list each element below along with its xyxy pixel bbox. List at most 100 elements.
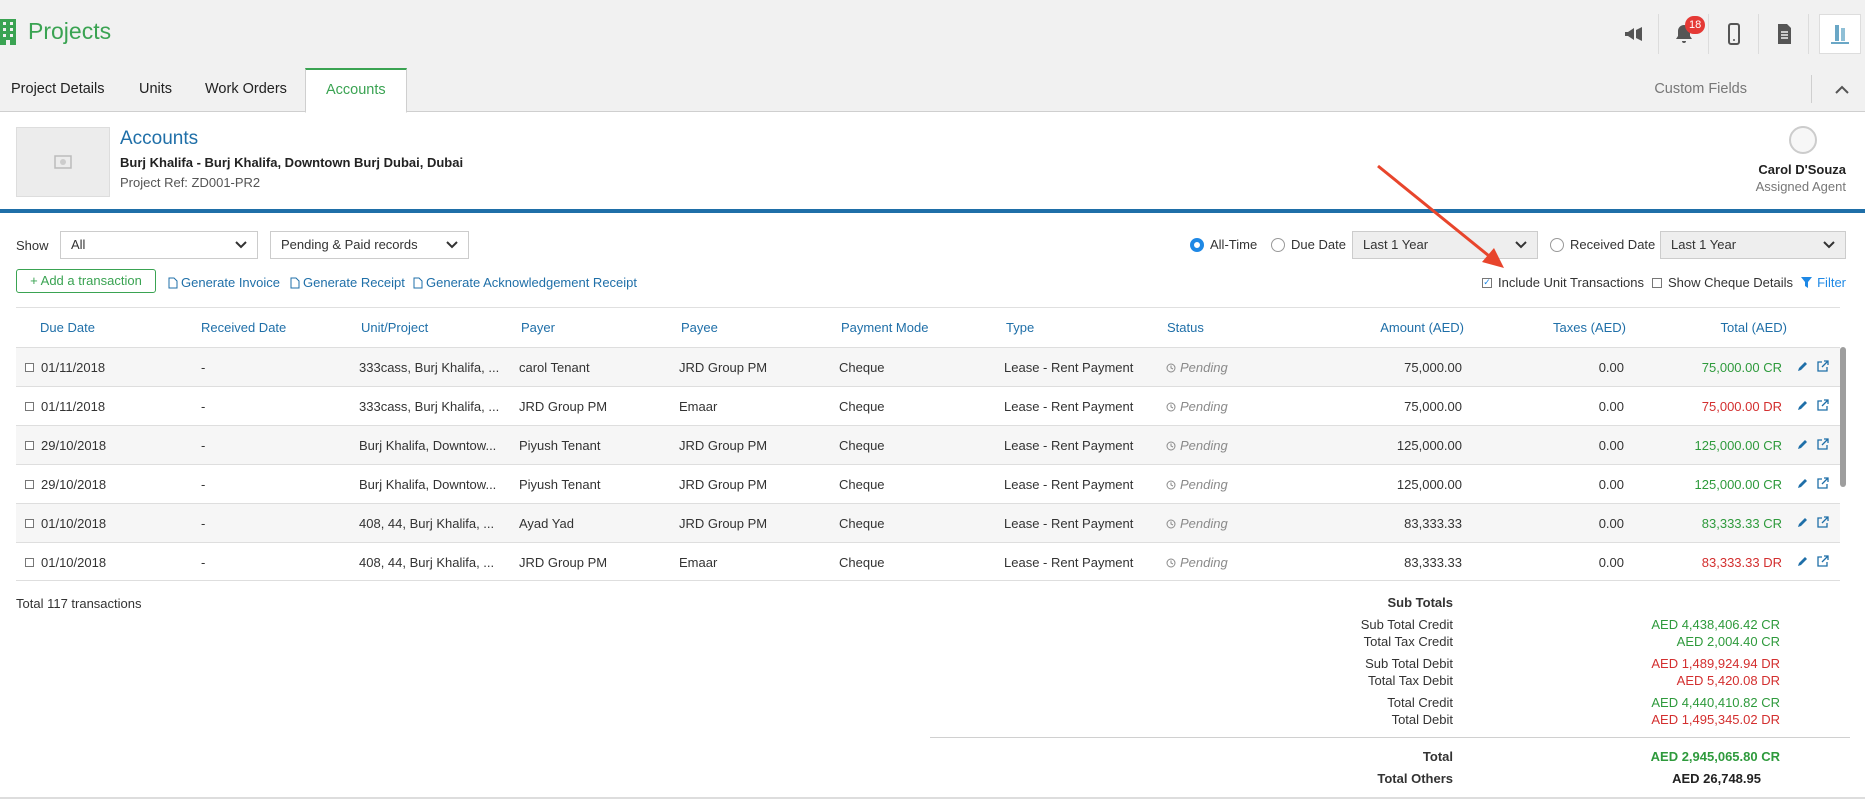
- column-header-payment-mode[interactable]: Payment Mode: [841, 320, 928, 335]
- tab-work-orders[interactable]: Work Orders: [205, 67, 287, 112]
- cell-payee: JRD Group PM: [679, 477, 768, 492]
- company-logo-icon: [1831, 25, 1849, 44]
- total-debit-label: Total Debit: [1391, 712, 1453, 727]
- row-checkbox[interactable]: [25, 519, 34, 528]
- column-header-payee[interactable]: Payee: [681, 320, 718, 335]
- add-transaction-button[interactable]: + Add a transaction: [16, 269, 156, 293]
- edit-pencil-icon[interactable]: [1797, 438, 1809, 450]
- app-title[interactable]: Projects: [0, 18, 111, 45]
- column-header-status[interactable]: Status: [1167, 320, 1204, 335]
- cell-due-date: 29/10/2018: [41, 438, 107, 453]
- cell-amount: 83,333.33: [1404, 516, 1462, 531]
- avatar[interactable]: [1789, 126, 1817, 154]
- radio-all-time[interactable]: All-Time: [1190, 237, 1257, 252]
- column-header-unit-project[interactable]: Unit/Project: [361, 320, 428, 335]
- records-select[interactable]: Pending & Paid records: [270, 231, 469, 259]
- row-actions: [1797, 516, 1829, 528]
- cell-payer: JRD Group PM: [519, 399, 608, 414]
- external-link-icon[interactable]: [1817, 360, 1829, 372]
- generate-invoice-link[interactable]: Generate Invoice: [168, 275, 280, 290]
- generate-receipt-link[interactable]: Generate Receipt: [290, 275, 405, 290]
- show-label: Show: [16, 238, 49, 253]
- cell-status: Pending: [1166, 399, 1228, 414]
- column-header-received-date[interactable]: Received Date: [201, 320, 286, 335]
- page-bottom-border: [0, 797, 1865, 799]
- records-select-value: Pending & Paid records: [281, 237, 418, 252]
- company-logo[interactable]: [1819, 14, 1861, 54]
- column-header-payer[interactable]: Payer: [521, 320, 555, 335]
- table-row[interactable]: 29/10/2018 - Burj Khalifa, Downtow... Pi…: [16, 425, 1840, 464]
- radio-received-date-label: Received Date: [1570, 237, 1656, 252]
- document-icon: [1777, 24, 1791, 44]
- row-checkbox[interactable]: [25, 363, 34, 372]
- cell-payer: carol Tenant: [519, 360, 590, 375]
- status-badge: Pending: [1180, 360, 1228, 375]
- filter-button[interactable]: Filter: [1801, 275, 1846, 290]
- show-select-value: All: [71, 237, 86, 252]
- column-header-type[interactable]: Type: [1006, 320, 1034, 335]
- tab-accounts[interactable]: Accounts: [305, 68, 407, 113]
- edit-pencil-icon[interactable]: [1797, 555, 1809, 567]
- show-select[interactable]: All: [60, 231, 258, 259]
- column-header-amount[interactable]: Amount (AED): [1380, 320, 1464, 335]
- table-scrollbar[interactable]: [1840, 347, 1846, 487]
- announcements-button[interactable]: [1609, 14, 1659, 54]
- external-link-icon[interactable]: [1817, 477, 1829, 489]
- edit-pencil-icon[interactable]: [1797, 477, 1809, 489]
- edit-pencil-icon[interactable]: [1797, 516, 1809, 528]
- radio-due-date[interactable]: Due Date: [1271, 237, 1346, 252]
- notification-badge: 18: [1685, 16, 1706, 34]
- agent-name[interactable]: Carol D'Souza: [1758, 162, 1846, 177]
- row-checkbox[interactable]: [25, 558, 34, 567]
- table-row[interactable]: 01/11/2018 - 333cass, Burj Khalifa, ... …: [16, 386, 1840, 425]
- table-row[interactable]: 29/10/2018 - Burj Khalifa, Downtow... Pi…: [16, 464, 1840, 503]
- table-row[interactable]: 01/10/2018 - 408, 44, Burj Khalifa, ... …: [16, 542, 1840, 581]
- cell-received-date: -: [201, 360, 206, 375]
- mobile-button[interactable]: [1709, 14, 1759, 54]
- checkbox-unchecked[interactable]: [1652, 277, 1662, 288]
- sub-total-credit-value: AED 4,438,406.42 CR: [1651, 617, 1780, 632]
- radio-all-time-dot[interactable]: [1190, 237, 1204, 252]
- custom-fields-button[interactable]: Custom Fields: [1654, 67, 1747, 112]
- checkbox-checked[interactable]: ✓: [1482, 277, 1492, 288]
- cell-due-date: 01/10/2018: [41, 555, 107, 570]
- table-row[interactable]: 01/10/2018 - 408, 44, Burj Khalifa, ... …: [16, 503, 1840, 542]
- radio-received-date-dot[interactable]: [1550, 237, 1564, 252]
- total-credit-label: Total Credit: [1387, 695, 1453, 710]
- chevron-up-icon[interactable]: [1833, 81, 1851, 99]
- cell-total: 83,333.33 CR: [1701, 516, 1782, 531]
- row-checkbox[interactable]: [25, 441, 34, 450]
- external-link-icon[interactable]: [1817, 438, 1829, 450]
- column-header-due-date[interactable]: Due Date: [40, 320, 95, 335]
- tab-units[interactable]: Units: [139, 67, 172, 112]
- radio-due-date-label: Due Date: [1291, 237, 1346, 252]
- radio-due-date-dot[interactable]: [1271, 237, 1285, 252]
- received-date-range-select[interactable]: Last 1 Year: [1660, 231, 1846, 259]
- external-link-icon[interactable]: [1817, 399, 1829, 411]
- cell-received-date: -: [201, 399, 206, 414]
- radio-received-date[interactable]: Received Date: [1550, 237, 1655, 252]
- external-link-icon[interactable]: [1817, 516, 1829, 528]
- documents-button[interactable]: [1759, 14, 1809, 54]
- include-unit-transactions-checkbox[interactable]: ✓ Include Unit Transactions: [1482, 275, 1644, 290]
- cell-type: Lease - Rent Payment: [1004, 438, 1134, 453]
- status-badge: Pending: [1180, 399, 1228, 414]
- cell-amount: 125,000.00: [1396, 477, 1462, 492]
- generate-acknowledgement-receipt-link[interactable]: Generate Acknowledgement Receipt: [413, 275, 637, 290]
- column-header-taxes[interactable]: Taxes (AED): [1553, 320, 1626, 335]
- show-cheque-details-checkbox[interactable]: Show Cheque Details: [1652, 275, 1793, 290]
- chevron-down-icon: [1515, 241, 1527, 249]
- row-checkbox[interactable]: [25, 480, 34, 489]
- transaction-count: Total 117 transactions: [16, 596, 142, 611]
- column-header-total[interactable]: Total (AED): [1721, 320, 1787, 335]
- row-checkbox[interactable]: [25, 402, 34, 411]
- table-row[interactable]: 01/11/2018 - 333cass, Burj Khalifa, ... …: [16, 347, 1840, 386]
- tab-project-details[interactable]: Project Details: [11, 67, 104, 112]
- accounts-header: Accounts Burj Khalifa - Burj Khalifa, Do…: [0, 113, 1865, 213]
- notifications-button[interactable]: 18: [1659, 14, 1709, 54]
- edit-pencil-icon[interactable]: [1797, 399, 1809, 411]
- external-link-icon[interactable]: [1817, 555, 1829, 567]
- edit-pencil-icon[interactable]: [1797, 360, 1809, 372]
- cell-payer: Piyush Tenant: [519, 438, 601, 453]
- cell-taxes: 0.00: [1598, 516, 1624, 531]
